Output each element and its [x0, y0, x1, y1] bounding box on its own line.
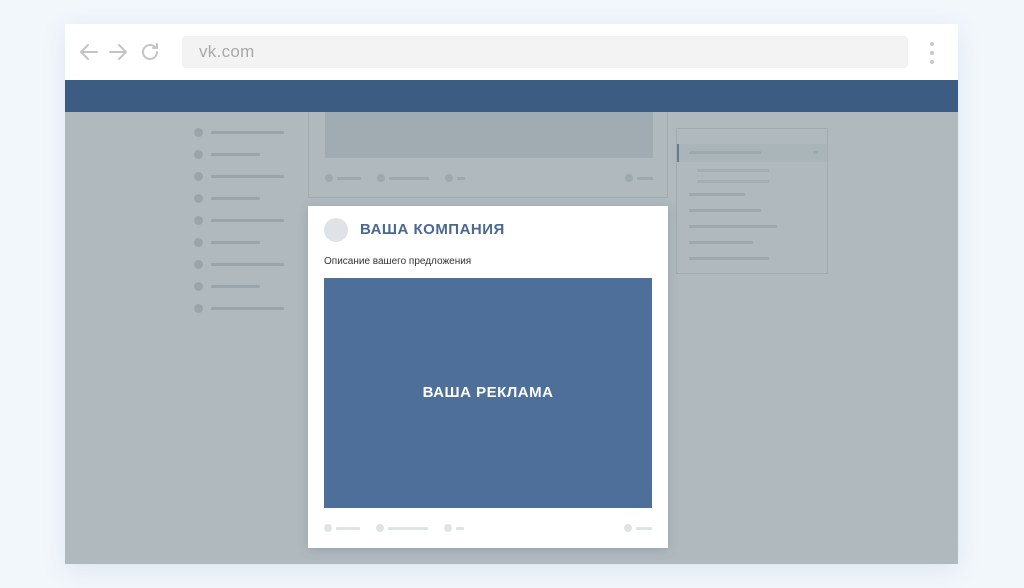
browser-window: vk.com ВАША КОМПАНИЯ Описание вашего пре… — [65, 24, 958, 564]
address-bar[interactable]: vk.com — [182, 36, 908, 68]
browser-toolbar: vk.com — [65, 24, 958, 80]
vk-header-bar — [65, 80, 958, 112]
reload-icon[interactable] — [138, 40, 162, 64]
comment-icon[interactable] — [376, 524, 384, 532]
ad-post-card[interactable]: ВАША КОМПАНИЯ Описание вашего предложени… — [308, 206, 668, 548]
share-icon[interactable] — [444, 524, 452, 532]
arrow-left-icon[interactable] — [77, 40, 101, 64]
company-name[interactable]: ВАША КОМПАНИЯ — [360, 221, 505, 238]
like-icon[interactable] — [324, 524, 332, 532]
ad-banner[interactable]: ВАША РЕКЛАМА — [324, 278, 652, 508]
ad-banner-text: ВАША РЕКЛАМА — [422, 384, 554, 401]
ad-description: Описание вашего предложения — [324, 256, 472, 267]
vertical-dots-icon[interactable] — [925, 40, 939, 66]
arrow-right-icon[interactable] — [106, 40, 130, 64]
company-avatar[interactable] — [324, 218, 348, 242]
views-icon — [624, 524, 632, 532]
